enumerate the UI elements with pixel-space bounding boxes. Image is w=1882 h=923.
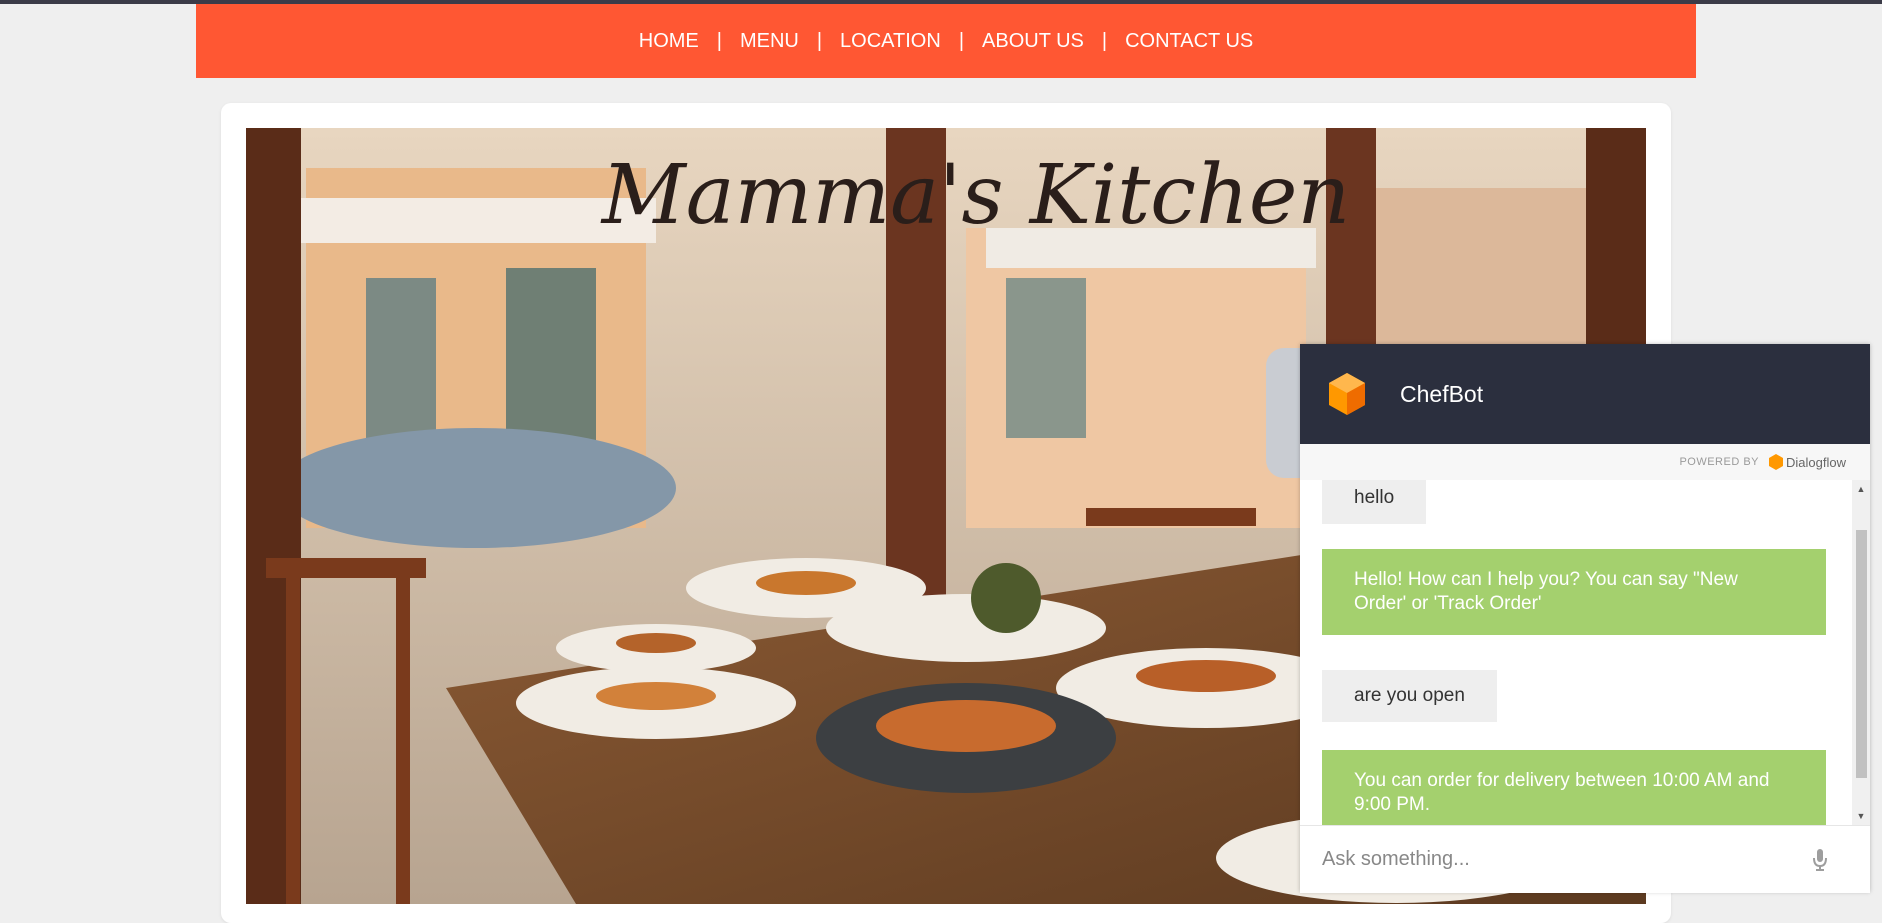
nav-location[interactable]: LOCATION bbox=[840, 30, 941, 53]
chatbot-widget: ChefBot POWERED BY Dialogflow hello Hell… bbox=[1300, 344, 1870, 893]
user-message: hello bbox=[1322, 480, 1427, 524]
scroll-up-arrow-icon[interactable]: ▲ bbox=[1852, 480, 1870, 498]
chat-header[interactable]: ChefBot bbox=[1300, 344, 1870, 444]
nav-separator: | bbox=[1101, 29, 1108, 52]
nav-menu[interactable]: MENU bbox=[740, 30, 799, 53]
provider-name: Dialogflow bbox=[1786, 454, 1846, 470]
chat-input-bar bbox=[1300, 825, 1870, 893]
chat-scrollbar[interactable]: ▲ ▼ bbox=[1852, 480, 1870, 825]
chat-message-input[interactable] bbox=[1320, 847, 1804, 872]
mic-icon[interactable] bbox=[1812, 848, 1828, 872]
user-message: are you open bbox=[1322, 670, 1497, 722]
scrollbar-thumb[interactable] bbox=[1856, 530, 1867, 778]
dialogflow-logo-icon bbox=[1769, 454, 1784, 470]
logo-text: Mamma's Kitchen bbox=[600, 148, 1350, 243]
scroll-down-arrow-icon[interactable]: ▼ bbox=[1852, 807, 1870, 825]
nav-contact-us[interactable]: CONTACT US bbox=[1125, 30, 1253, 53]
dialogflow-cube-icon bbox=[1329, 373, 1365, 415]
nav-separator: | bbox=[716, 29, 722, 52]
bot-message: You can order for delivery between 10:00… bbox=[1322, 750, 1826, 825]
nav-separator: | bbox=[816, 29, 823, 52]
main-nav: HOME | MENU | LOCATION | ABOUT US | CONT… bbox=[196, 4, 1696, 78]
bot-message: Hello! How can I help you? You can say "… bbox=[1322, 549, 1826, 635]
chat-title: ChefBot bbox=[1400, 380, 1484, 407]
message-list[interactable]: hello Hello! How can I help you? You can… bbox=[1300, 480, 1870, 825]
nav-home[interactable]: HOME bbox=[639, 30, 699, 53]
nav-separator: | bbox=[958, 29, 965, 52]
nav-about-us[interactable]: ABOUT US bbox=[982, 30, 1084, 53]
powered-by-bar: POWERED BY Dialogflow bbox=[1300, 444, 1870, 480]
powered-by-label: POWERED BY bbox=[1679, 456, 1760, 468]
